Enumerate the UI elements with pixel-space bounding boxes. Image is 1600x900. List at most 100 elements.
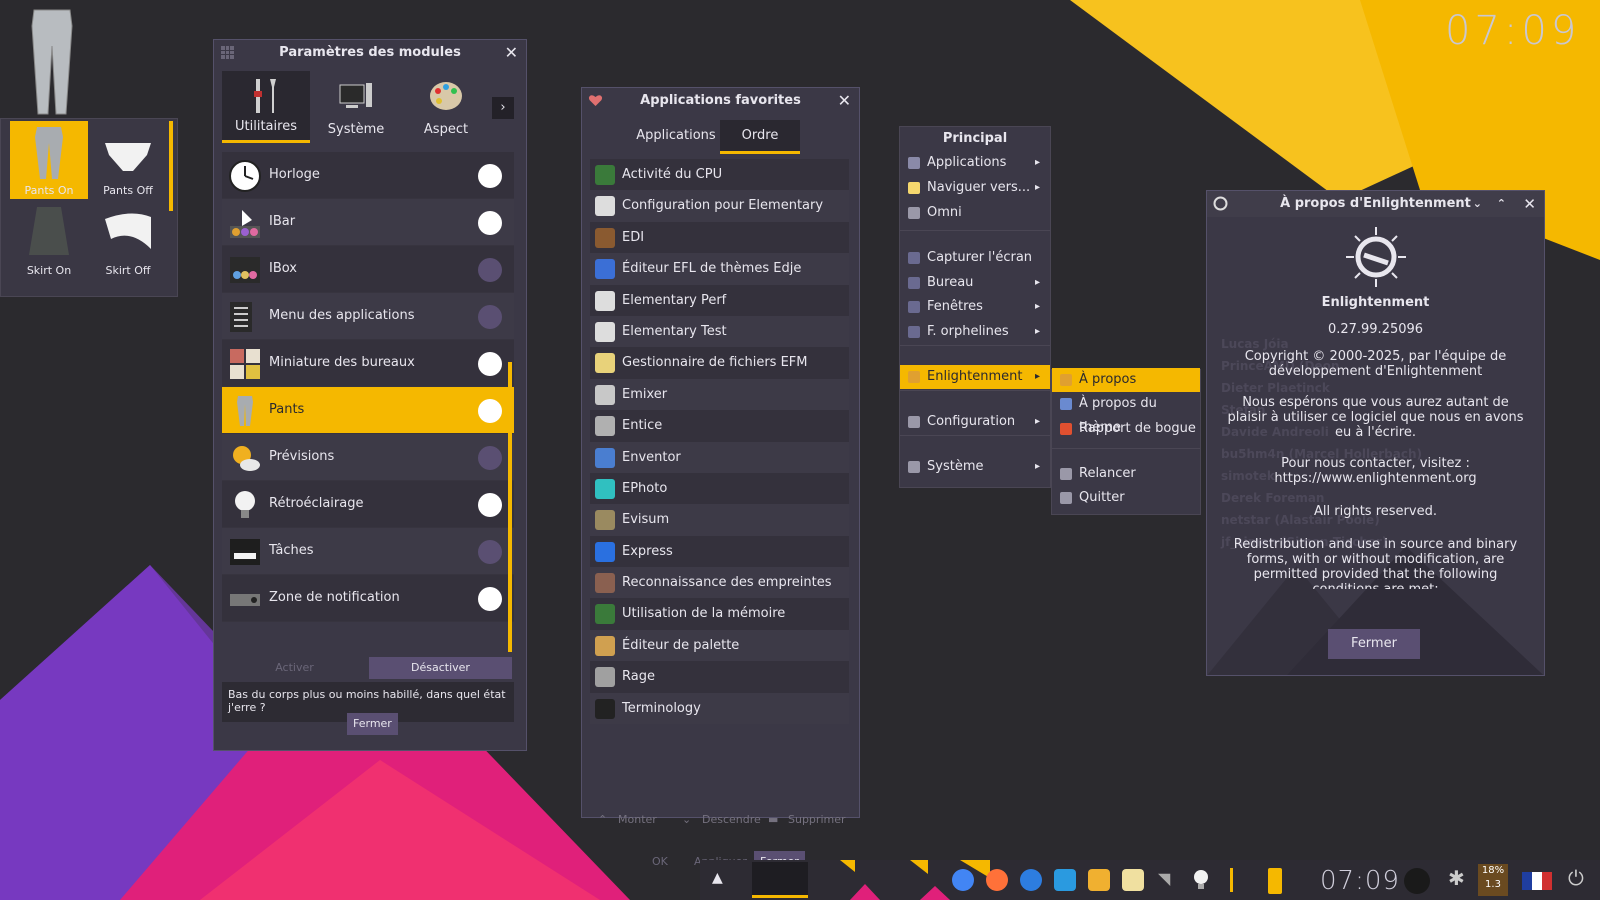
tab-utilitaires[interactable]: Utilitaires: [222, 71, 310, 143]
submenu-item[interactable]: Rapport de bogue: [1052, 417, 1200, 441]
favorite-app-row[interactable]: Emixer: [590, 378, 849, 411]
module-row-pants[interactable]: Pants: [222, 387, 514, 434]
about-titlebar[interactable]: À propos d'Enlightenment ⌄ ⌃ ✕: [1207, 191, 1544, 217]
brush-icon[interactable]: [1230, 868, 1233, 892]
module-row-pager[interactable]: Miniature des bureaux: [222, 340, 514, 387]
chevron-up-icon[interactable]: ▲: [712, 870, 723, 886]
favorite-app-row[interactable]: Éditeur EFL de thèmes Edje: [590, 253, 849, 285]
chevron-down-icon[interactable]: ⌄: [682, 813, 691, 826]
vscode-icon[interactable]: [1054, 869, 1076, 891]
move-down-button[interactable]: Descendre: [702, 813, 761, 826]
tab-systeme[interactable]: Système: [312, 71, 400, 143]
delete-button[interactable]: Supprimer: [788, 813, 846, 826]
favorite-app-row[interactable]: Terminology: [590, 692, 849, 725]
chrome-icon[interactable]: [952, 869, 974, 891]
package-icon[interactable]: [1088, 869, 1110, 891]
module-toggle[interactable]: [478, 587, 502, 611]
module-row-menu[interactable]: Menu des applications: [222, 293, 514, 340]
favorite-app-row[interactable]: EDI: [590, 221, 849, 254]
module-toggle[interactable]: [478, 164, 502, 188]
pants-off-item[interactable]: Pants Off: [89, 121, 167, 199]
menu-item[interactable]: F. orphelines ▸: [900, 320, 1050, 344]
bluetooth-icon[interactable]: ✱: [1448, 866, 1465, 890]
module-row-ibox[interactable]: IBox: [222, 246, 514, 293]
close-button[interactable]: Fermer: [347, 713, 398, 735]
menu-item[interactable]: Naviguer vers... ▸: [900, 176, 1050, 200]
wifi-icon[interactable]: ◥: [1158, 869, 1170, 888]
module-row-ibar[interactable]: IBar: [222, 199, 514, 246]
close-button[interactable]: Fermer: [1328, 629, 1420, 659]
pager-widget[interactable]: [752, 862, 808, 898]
tab-applications[interactable]: Applications: [632, 120, 720, 154]
module-row-horloge[interactable]: Horloge: [222, 152, 514, 199]
close-icon[interactable]: ✕: [838, 88, 851, 114]
favorite-app-row[interactable]: Express: [590, 535, 849, 568]
favorites-titlebar[interactable]: Applications favorites ✕: [582, 88, 859, 114]
deactivate-button[interactable]: Désactiver: [369, 657, 512, 679]
menu-item[interactable]: Bureau ▸: [900, 271, 1050, 295]
power-icon[interactable]: ⏻: [1568, 866, 1584, 890]
menu-item[interactable]: Applications ▸: [900, 151, 1050, 175]
cpu-load-widget[interactable]: 18% 1.3: [1478, 864, 1508, 896]
favorite-app-row[interactable]: Rage: [590, 661, 849, 693]
favorite-app-row[interactable]: Elementary Test: [590, 315, 849, 348]
chevron-up-icon[interactable]: ⌃: [598, 813, 607, 826]
skirt-on-item[interactable]: Skirt On: [10, 201, 88, 279]
menu-item[interactable]: Fenêtres ▸: [900, 295, 1050, 319]
favorite-app-row[interactable]: Utilisation de la mémoire: [590, 598, 849, 630]
website-link[interactable]: https://www.enlightenment.org: [1207, 471, 1544, 486]
menu-item[interactable]: Configuration ▸: [900, 410, 1050, 434]
submenu-item[interactable]: Quitter: [1052, 486, 1200, 510]
ok-button[interactable]: OK: [646, 851, 674, 873]
favorite-app-row[interactable]: Evisum: [590, 504, 849, 536]
submenu-item[interactable]: À propos du thème: [1052, 392, 1200, 435]
menu-item[interactable]: Capturer l'écran: [900, 246, 1050, 270]
favorite-app-row[interactable]: Elementary Perf: [590, 284, 849, 316]
favorite-app-row[interactable]: Enventor: [590, 441, 849, 473]
pants-scrollbar[interactable]: [169, 121, 173, 211]
module-toggle[interactable]: [478, 446, 502, 470]
minus-icon[interactable]: ▬: [768, 813, 778, 826]
module-toggle[interactable]: [478, 493, 502, 517]
chevron-right-icon[interactable]: ›: [492, 97, 514, 119]
module-toggle[interactable]: [478, 540, 502, 564]
favorite-app-row[interactable]: Éditeur de palette: [590, 629, 849, 662]
tab-ordre[interactable]: Ordre: [720, 120, 800, 154]
menu-item[interactable]: Enlightenment ▸: [900, 365, 1050, 389]
lightbulb-icon[interactable]: [1192, 869, 1210, 891]
french-flag-icon[interactable]: [1522, 872, 1552, 890]
module-row-taches[interactable]: Tâches: [222, 528, 514, 575]
module-toggle[interactable]: [478, 352, 502, 376]
skirt-off-item[interactable]: Skirt Off: [89, 201, 167, 279]
pants-on-item[interactable]: Pants On: [10, 121, 88, 199]
notes-icon[interactable]: [1122, 869, 1144, 891]
favorite-app-row[interactable]: Activité du CPU: [590, 159, 849, 191]
module-row-systray[interactable]: Zone de notification: [222, 575, 514, 622]
favorite-app-row[interactable]: Configuration pour Elementary: [590, 190, 849, 222]
modules-titlebar[interactable]: Paramètres des modules ✕: [214, 40, 526, 66]
favorite-app-row[interactable]: Entice: [590, 410, 849, 442]
module-toggle[interactable]: [478, 305, 502, 329]
module-toggle[interactable]: [478, 211, 502, 235]
tab-aspect[interactable]: Aspect: [402, 71, 490, 143]
taskbar-clock[interactable]: 07:09: [1320, 866, 1400, 896]
module-row-previsions[interactable]: Prévisions: [222, 434, 514, 481]
chevron-up-icon[interactable]: ⌃: [1497, 191, 1506, 217]
move-up-button[interactable]: Monter: [618, 813, 657, 826]
close-icon[interactable]: ✕: [1523, 191, 1536, 217]
media-icon[interactable]: [1404, 868, 1430, 894]
activate-button[interactable]: Activer: [222, 657, 367, 679]
favorite-app-row[interactable]: EPhoto: [590, 472, 849, 505]
submenu-item[interactable]: À propos: [1052, 368, 1200, 392]
close-icon[interactable]: ✕: [505, 40, 518, 66]
favorite-app-row[interactable]: Reconnaissance des empreintes: [590, 567, 849, 599]
module-toggle[interactable]: [478, 258, 502, 282]
firefox-icon[interactable]: [986, 869, 1008, 891]
submenu-item[interactable]: Relancer: [1052, 462, 1200, 486]
menu-item[interactable]: Système ▸: [900, 455, 1050, 479]
favorite-app-row[interactable]: Gestionnaire de fichiers EFM: [590, 347, 849, 379]
menu-item[interactable]: Omni: [900, 201, 1050, 225]
module-toggle[interactable]: [478, 399, 502, 423]
module-row-backlight[interactable]: Rétroéclairage: [222, 481, 514, 528]
thunderbird-icon[interactable]: [1020, 869, 1042, 891]
